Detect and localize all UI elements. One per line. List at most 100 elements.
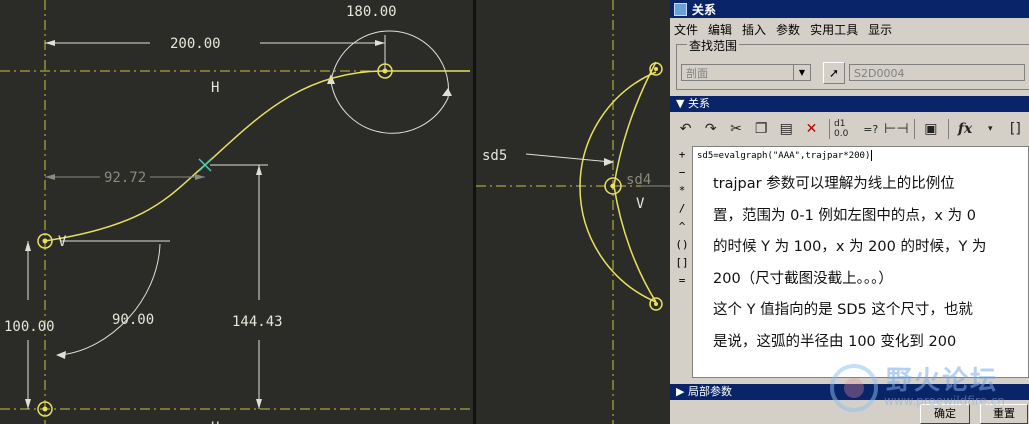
cursor-arrow-icon: ➚ xyxy=(828,66,840,80)
operator-column: + − * / ^ () [] = xyxy=(674,146,690,296)
dim-angle-arc xyxy=(59,243,161,356)
undo-icon[interactable]: ↶ xyxy=(674,118,697,140)
origin-point-dot xyxy=(42,406,48,412)
scope-value: 剖面 xyxy=(686,67,708,80)
copy-icon[interactable]: ❐ xyxy=(750,118,773,140)
select-pointer-button[interactable]: ➚ xyxy=(823,62,845,84)
dim-arc-180 xyxy=(330,30,450,134)
op-multiply-button[interactable]: * xyxy=(674,182,690,200)
feature-field[interactable]: S2D0004 xyxy=(849,64,1025,81)
dim-arrow xyxy=(45,40,55,46)
note-line: 置，范围为 0-1 例如左图中的点，x 为 0 xyxy=(713,207,976,224)
dimension-icon[interactable]: ⊢⊣ xyxy=(884,118,908,140)
menu-insert[interactable]: 插入 xyxy=(742,21,766,38)
chevron-down-icon[interactable]: ▼ xyxy=(793,65,810,80)
dim-arrow xyxy=(25,399,31,409)
bracket-icon[interactable]: [] xyxy=(1004,118,1027,140)
op-equals-button[interactable]: = xyxy=(674,272,690,290)
dim-200[interactable]: 200.00 xyxy=(170,36,221,52)
label-h-bottom: H xyxy=(211,420,219,424)
relations-toolbar: ↶ ↷ ✂ ❐ ▤ ✕ d1 0.0 =? ⊢⊣ ▣ fx ▾ [] xyxy=(674,116,1029,142)
center-dot xyxy=(610,183,616,189)
toolbar-separator xyxy=(948,119,950,139)
note-line: 的时候 Y 为 100，x 为 200 的时候，Y 为 xyxy=(713,239,987,255)
evaluate-icon[interactable]: =? xyxy=(859,118,882,140)
note-line: 是说，这弧的半径由 100 变化到 200 xyxy=(713,333,957,350)
arc-end-dot xyxy=(654,67,658,71)
label-v: V xyxy=(58,234,67,250)
sd5-leader xyxy=(525,153,612,163)
op-bracket-button[interactable]: [] xyxy=(674,254,690,272)
arc-end-dot xyxy=(654,302,658,306)
scope-dropdown[interactable]: 剖面 ▼ xyxy=(681,64,811,81)
reset-button[interactable]: 重置 xyxy=(980,404,1028,424)
delete-icon[interactable]: ✕ xyxy=(800,118,823,140)
sketch-canvas-left[interactable]: 200.00 180.00 H 92.72 144.43 100.00 90.0… xyxy=(0,0,473,424)
feature-value: S2D0004 xyxy=(854,67,905,80)
sd5-label: sd5 xyxy=(482,148,507,164)
dim-arrow xyxy=(256,399,262,409)
fx-label: fx xyxy=(957,121,973,137)
label-v-right: V xyxy=(636,196,645,212)
lookup-label: 查找范围 xyxy=(687,37,740,54)
collapse-triangle-icon: ▼ xyxy=(676,97,688,110)
dialog-titlebar[interactable]: 关系 xyxy=(670,0,1029,18)
lookup-group: 查找范围 剖面 ▼ ➚ S2D0004 xyxy=(676,37,1029,90)
redo-icon[interactable]: ↷ xyxy=(699,118,722,140)
dim-sd4[interactable]: sd4 xyxy=(626,172,651,188)
note-line: 这个 Y 值指向的是 SD5 这个尺寸，也就 xyxy=(713,302,973,318)
window-icon xyxy=(674,2,687,16)
cut-icon[interactable]: ✂ xyxy=(724,118,747,140)
sketch-canvas-right[interactable]: sd4 sd5 V xyxy=(476,0,670,424)
toolbar-separator xyxy=(829,119,830,139)
start-point-dot xyxy=(42,238,48,244)
dim-arrow xyxy=(375,40,385,46)
dim-arrow xyxy=(256,165,262,175)
note-line: trajpar 参数可以理解为线上的比例位 xyxy=(713,176,955,192)
menu-utilities[interactable]: 实用工具 xyxy=(810,21,858,38)
dim-arrow xyxy=(442,88,452,96)
dim-100[interactable]: 100.00 xyxy=(4,319,55,335)
note-line: 200（尺寸截图没截上。。。） xyxy=(713,270,893,287)
relations-editor[interactable]: sd5=evalgraph("AAA",trajpar*200) trajpar… xyxy=(692,146,1029,378)
local-params-label: 局部参数 xyxy=(687,385,732,398)
menu-parameters[interactable]: 参数 xyxy=(776,21,800,38)
relations-section-header[interactable]: ▼ 关系 xyxy=(670,96,1029,112)
cad-sketch-left[interactable]: 200.00 180.00 H 92.72 144.43 100.00 90.0… xyxy=(0,0,473,424)
chevron-down-icon[interactable]: ▾ xyxy=(979,118,1002,140)
op-power-button[interactable]: ^ xyxy=(674,218,690,236)
dim-arrow xyxy=(25,241,31,251)
relation-code: sd5=evalgraph("AAA",trajpar*200) xyxy=(697,151,871,161)
cad-sketch-right[interactable]: sd4 sd5 V xyxy=(476,0,670,424)
graph-curve[interactable] xyxy=(44,70,386,242)
op-divide-button[interactable]: / xyxy=(674,200,690,218)
text-caret xyxy=(871,150,873,161)
dim-180[interactable]: 180.00 xyxy=(346,4,397,20)
dim-144-43[interactable]: 144.43 xyxy=(232,314,283,330)
end-point-dot xyxy=(382,68,388,74)
explanation-note: trajpar 参数可以理解为线上的比例位 置，范围为 0-1 例如左图中的点，… xyxy=(713,169,1013,358)
expand-triangle-icon: ▶ xyxy=(676,385,688,398)
dim-arrow xyxy=(56,351,66,359)
dim-90[interactable]: 90.00 xyxy=(112,312,154,328)
dim-arrow xyxy=(45,174,55,180)
function-icon[interactable]: fx xyxy=(953,118,976,140)
switch-dims-icon[interactable]: d1 0.0 xyxy=(834,118,857,140)
toolbar-separator xyxy=(914,119,916,139)
relations-header: 关系 xyxy=(687,97,710,110)
ok-button[interactable]: 确定 xyxy=(920,404,970,424)
op-plus-button[interactable]: + xyxy=(674,146,690,164)
relation-line[interactable]: sd5=evalgraph("AAA",trajpar*200) xyxy=(697,150,873,161)
dim-92-72[interactable]: 92.72 xyxy=(104,170,146,186)
dialog-title: 关系 xyxy=(692,2,717,17)
menu-file[interactable]: 文件 xyxy=(674,21,698,38)
local-params-header[interactable]: ▶ 局部参数 xyxy=(670,384,1029,400)
op-paren-button[interactable]: () xyxy=(674,236,690,254)
relations-dialog[interactable]: 关系 文件 编辑 插入 参数 实用工具 显示 查找范围 剖面 ▼ ➚ S2D00… xyxy=(670,0,1029,424)
sort-relations-icon[interactable]: ▣ xyxy=(919,118,942,140)
menu-edit[interactable]: 编辑 xyxy=(708,21,732,38)
paste-icon[interactable]: ▤ xyxy=(775,118,798,140)
op-minus-button[interactable]: − xyxy=(674,164,690,182)
dim-arrow xyxy=(195,174,205,180)
menu-show[interactable]: 显示 xyxy=(868,21,892,38)
